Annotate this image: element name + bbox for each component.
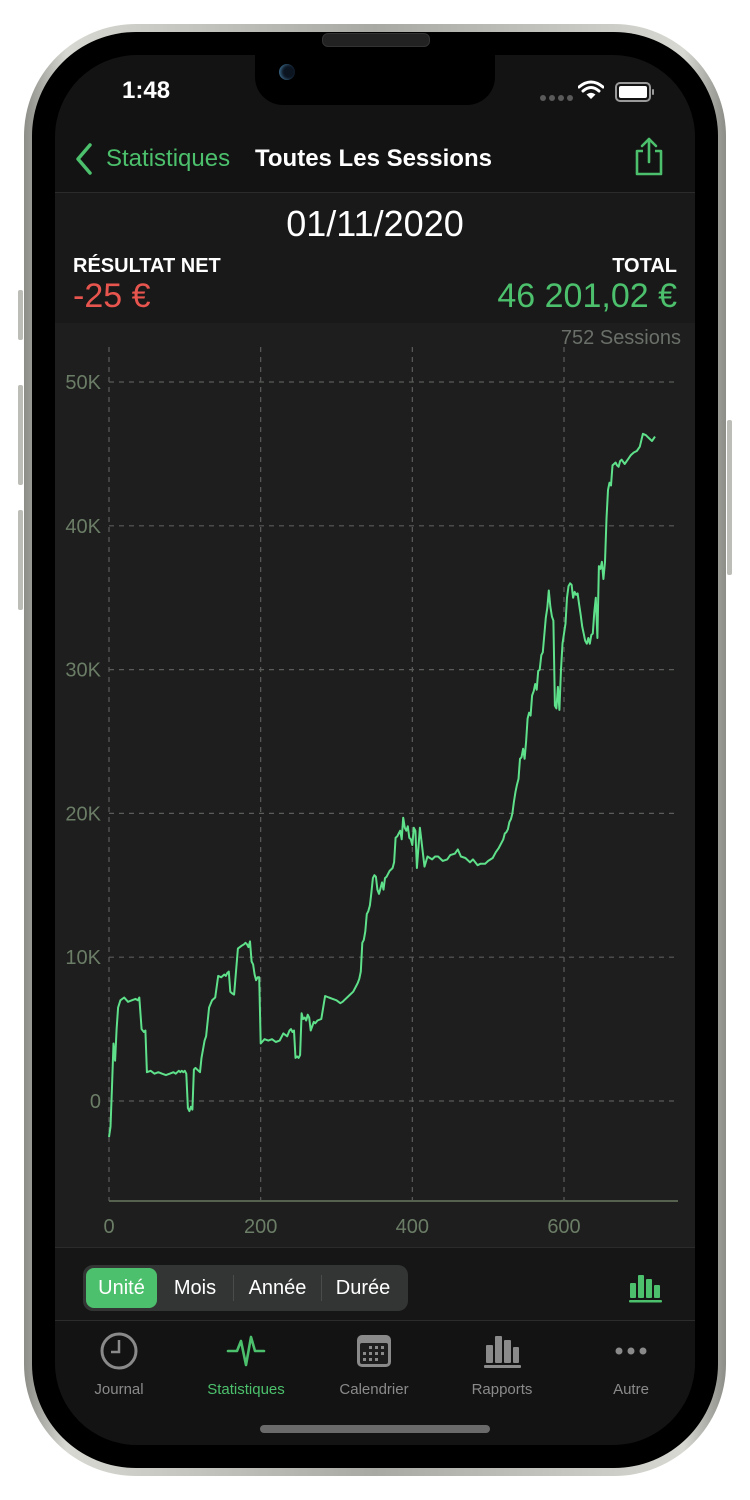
- share-icon[interactable]: [633, 137, 665, 177]
- net-result-value: -25 €: [73, 277, 151, 315]
- period-option-mois[interactable]: Mois: [157, 1268, 233, 1308]
- battery-icon: [615, 82, 654, 102]
- more-icon: [615, 1347, 647, 1355]
- y-tick-label: 0: [90, 1091, 101, 1113]
- tab-label: Journal: [94, 1381, 144, 1398]
- status-time: 1:48: [122, 77, 171, 104]
- tab-calendrier[interactable]: Calendrier: [310, 1329, 438, 1398]
- volume-up-button: [18, 385, 23, 485]
- navigation-bar: Statistiques Toutes Les Sessions: [55, 133, 695, 191]
- tab-rapports[interactable]: Rapports: [438, 1329, 566, 1398]
- page-title: Toutes Les Sessions: [255, 145, 492, 172]
- summary-panel: 01/11/2020 RÉSULTAT NET -25 € TOTAL 46 2…: [55, 193, 695, 323]
- x-tick-label: 0: [103, 1216, 114, 1238]
- screen: 1:48 Statistiques Toutes Les Sessions 01…: [55, 55, 695, 1445]
- total-label: TOTAL: [612, 255, 677, 277]
- x-tick-label: 200: [244, 1216, 277, 1238]
- tab-statistiques[interactable]: Statistiques: [182, 1329, 310, 1398]
- earpiece-speaker: [322, 33, 430, 47]
- net-result-label: RÉSULTAT NET: [73, 255, 221, 277]
- x-tick-label: 600: [547, 1216, 580, 1238]
- series-line: [108, 432, 656, 1138]
- bar-chart-icon: [484, 1336, 521, 1368]
- y-tick-label: 30K: [65, 660, 101, 682]
- clock-icon: [100, 1332, 138, 1370]
- y-tick-label: 20K: [65, 803, 101, 825]
- camera-icon: [279, 64, 295, 80]
- bar-chart-toggle-icon[interactable]: [628, 1271, 664, 1303]
- cellular-signal-icon: [540, 95, 573, 101]
- tab-label: Calendrier: [339, 1381, 409, 1398]
- y-tick-label: 40K: [65, 516, 101, 538]
- period-option-unite[interactable]: Unité: [86, 1268, 157, 1308]
- notch: [255, 55, 495, 105]
- back-button[interactable]: Statistiques: [106, 145, 230, 173]
- volume-down-button: [18, 510, 23, 610]
- tab-autre[interactable]: Autre: [567, 1329, 695, 1398]
- back-chevron-icon[interactable]: [73, 141, 95, 177]
- tab-label: Rapports: [471, 1381, 533, 1398]
- power-button: [727, 420, 732, 575]
- calendar-icon: [357, 1335, 391, 1367]
- heartbeat-icon: [226, 1335, 266, 1367]
- home-indicator[interactable]: [260, 1425, 490, 1433]
- cumulative-line-chart[interactable]: 0 10K 20K 30K 40K 50K 0 200 400 600: [55, 323, 695, 1247]
- y-tick-label: 50K: [65, 372, 101, 394]
- tab-label: Statistiques: [207, 1381, 285, 1398]
- total-value: 46 201,02 €: [497, 277, 677, 315]
- wifi-icon: [578, 80, 604, 99]
- period-option-duree[interactable]: Durée: [322, 1268, 404, 1308]
- tab-label: Autre: [613, 1381, 649, 1398]
- selected-date: 01/11/2020: [286, 203, 464, 244]
- silent-switch: [18, 290, 23, 340]
- y-tick-label: 10K: [65, 947, 101, 969]
- chart-area[interactable]: 752 Sessions 0 10K 20K 30K 40K 50K 0 200 400 600: [55, 323, 695, 1247]
- chart-controls-bar: Unité Mois Année Durée: [55, 1247, 695, 1320]
- period-option-annee[interactable]: Année: [234, 1268, 321, 1308]
- period-selector: Unité Mois Année Durée: [83, 1265, 408, 1311]
- x-tick-label: 400: [396, 1216, 429, 1238]
- tab-journal[interactable]: Journal: [55, 1329, 183, 1398]
